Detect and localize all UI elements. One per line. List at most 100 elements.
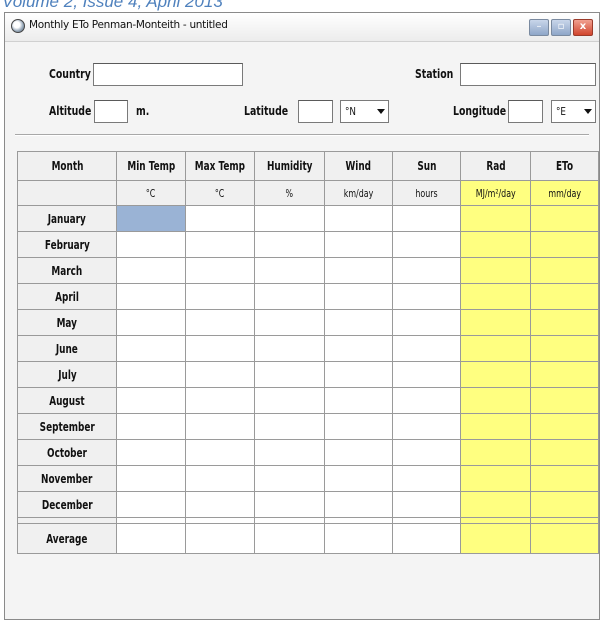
data-cell-eto[interactable] bbox=[529, 283, 600, 310]
data-cell-rad[interactable] bbox=[460, 205, 531, 232]
data-cell-sun[interactable] bbox=[391, 205, 462, 232]
data-cell-max-temp[interactable] bbox=[184, 257, 255, 284]
data-cell-eto[interactable] bbox=[529, 361, 600, 388]
data-cell-max-temp[interactable] bbox=[184, 335, 255, 362]
data-cell-humidity[interactable] bbox=[253, 257, 325, 284]
data-cell-rad[interactable] bbox=[460, 413, 531, 440]
data-cell-max-temp[interactable] bbox=[184, 413, 255, 440]
data-cell-wind[interactable] bbox=[323, 205, 393, 232]
data-cell-max-temp[interactable] bbox=[184, 439, 255, 466]
data-cell-sun[interactable] bbox=[391, 387, 462, 414]
data-cell-max-temp[interactable] bbox=[184, 309, 255, 336]
data-cell-rad[interactable] bbox=[460, 465, 531, 492]
data-cell-max-temp[interactable] bbox=[184, 283, 255, 310]
data-cell-eto[interactable] bbox=[529, 439, 600, 466]
data-cell-min-temp[interactable] bbox=[116, 413, 186, 440]
altitude-input[interactable] bbox=[94, 100, 128, 123]
data-cell-sun[interactable] bbox=[391, 309, 462, 336]
average-cell-wind bbox=[323, 523, 393, 554]
data-cell-eto[interactable] bbox=[529, 257, 600, 284]
close-button[interactable]: x bbox=[573, 19, 593, 36]
data-cell-max-temp[interactable] bbox=[184, 387, 255, 414]
data-cell-wind[interactable] bbox=[323, 231, 393, 258]
data-cell-wind[interactable] bbox=[323, 413, 393, 440]
data-cell-min-temp[interactable] bbox=[116, 231, 186, 258]
data-cell-eto[interactable] bbox=[529, 205, 600, 232]
data-cell-rad[interactable] bbox=[460, 283, 531, 310]
column-header-eto: ETo bbox=[529, 151, 600, 181]
data-cell-rad[interactable] bbox=[460, 257, 531, 284]
longitude-input[interactable] bbox=[508, 100, 543, 123]
data-cell-wind[interactable] bbox=[323, 283, 393, 310]
data-cell-humidity[interactable] bbox=[253, 439, 325, 466]
station-input[interactable] bbox=[460, 63, 596, 86]
data-cell-min-temp[interactable] bbox=[116, 361, 186, 388]
data-cell-min-temp[interactable] bbox=[116, 491, 186, 518]
latitude-hemisphere-select[interactable]: °N bbox=[340, 100, 389, 123]
data-cell-sun[interactable] bbox=[391, 231, 462, 258]
data-cell-eto[interactable] bbox=[529, 413, 600, 440]
data-cell-min-temp[interactable] bbox=[116, 283, 186, 310]
column-unit-eto: mm/day bbox=[529, 180, 600, 206]
data-cell-sun[interactable] bbox=[391, 491, 462, 518]
minimize-button[interactable]: – bbox=[529, 19, 549, 36]
data-cell-rad[interactable] bbox=[460, 387, 531, 414]
data-cell-min-temp[interactable] bbox=[116, 205, 186, 232]
longitude-hemisphere-select[interactable]: °E bbox=[551, 100, 596, 123]
data-cell-wind[interactable] bbox=[323, 309, 393, 336]
maximize-button[interactable]: ▫ bbox=[551, 19, 571, 36]
data-cell-sun[interactable] bbox=[391, 257, 462, 284]
data-cell-eto[interactable] bbox=[529, 309, 600, 336]
data-cell-humidity[interactable] bbox=[253, 335, 325, 362]
data-cell-wind[interactable] bbox=[323, 491, 393, 518]
data-cell-eto[interactable] bbox=[529, 465, 600, 492]
data-cell-humidity[interactable] bbox=[253, 231, 325, 258]
title-bar[interactable]: Monthly ETo Penman-Monteith - untitled –… bbox=[5, 13, 599, 42]
data-cell-wind[interactable] bbox=[323, 361, 393, 388]
data-cell-sun[interactable] bbox=[391, 439, 462, 466]
data-cell-max-temp[interactable] bbox=[184, 465, 255, 492]
data-cell-sun[interactable] bbox=[391, 283, 462, 310]
data-cell-max-temp[interactable] bbox=[184, 231, 255, 258]
data-cell-humidity[interactable] bbox=[253, 205, 325, 232]
data-cell-min-temp[interactable] bbox=[116, 257, 186, 284]
data-cell-humidity[interactable] bbox=[253, 387, 325, 414]
data-cell-humidity[interactable] bbox=[253, 309, 325, 336]
data-cell-wind[interactable] bbox=[323, 439, 393, 466]
data-cell-min-temp[interactable] bbox=[116, 335, 186, 362]
column-unit-label: MJ/m²/day bbox=[475, 187, 516, 200]
data-cell-wind[interactable] bbox=[323, 257, 393, 284]
data-cell-humidity[interactable] bbox=[253, 413, 325, 440]
data-cell-max-temp[interactable] bbox=[184, 205, 255, 232]
data-cell-eto[interactable] bbox=[529, 491, 600, 518]
data-cell-rad[interactable] bbox=[460, 335, 531, 362]
data-cell-max-temp[interactable] bbox=[184, 361, 255, 388]
data-cell-humidity[interactable] bbox=[253, 465, 325, 492]
data-cell-rad[interactable] bbox=[460, 439, 531, 466]
data-cell-min-temp[interactable] bbox=[116, 439, 186, 466]
data-cell-sun[interactable] bbox=[391, 361, 462, 388]
data-cell-max-temp[interactable] bbox=[184, 491, 255, 518]
row-label: February bbox=[16, 231, 118, 258]
data-cell-sun[interactable] bbox=[391, 335, 462, 362]
data-cell-humidity[interactable] bbox=[253, 283, 325, 310]
data-cell-eto[interactable] bbox=[529, 387, 600, 414]
data-cell-sun[interactable] bbox=[391, 413, 462, 440]
data-cell-rad[interactable] bbox=[460, 231, 531, 258]
data-cell-rad[interactable] bbox=[460, 361, 531, 388]
data-cell-wind[interactable] bbox=[323, 335, 393, 362]
data-cell-rad[interactable] bbox=[460, 491, 531, 518]
data-cell-eto[interactable] bbox=[529, 335, 600, 362]
latitude-input[interactable] bbox=[298, 100, 333, 123]
data-cell-wind[interactable] bbox=[323, 387, 393, 414]
data-cell-eto[interactable] bbox=[529, 231, 600, 258]
data-cell-min-temp[interactable] bbox=[116, 309, 186, 336]
data-cell-humidity[interactable] bbox=[253, 361, 325, 388]
data-cell-sun[interactable] bbox=[391, 465, 462, 492]
data-cell-wind[interactable] bbox=[323, 465, 393, 492]
data-cell-humidity[interactable] bbox=[253, 491, 325, 518]
country-input[interactable] bbox=[93, 63, 243, 86]
data-cell-min-temp[interactable] bbox=[116, 465, 186, 492]
data-cell-rad[interactable] bbox=[460, 309, 531, 336]
data-cell-min-temp[interactable] bbox=[116, 387, 186, 414]
